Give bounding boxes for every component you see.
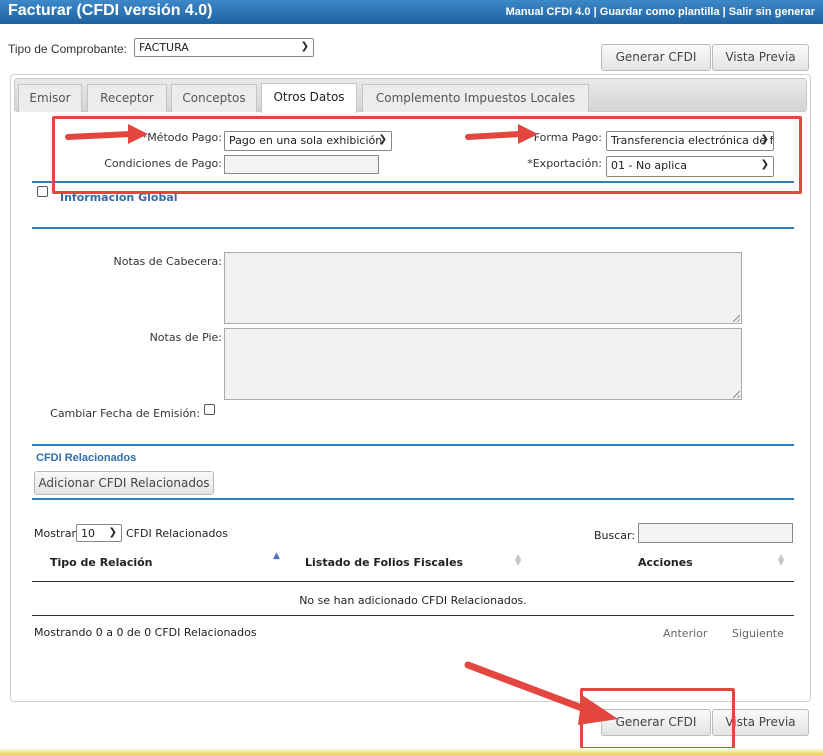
tipo-comprobante-select[interactable]: FACTURA ❯ (134, 38, 314, 57)
title-bar: Facturar (CFDI versión 4.0) Manual CFDI … (0, 0, 823, 24)
tab-conceptos[interactable]: Conceptos (171, 84, 257, 112)
arrow-annotation-icon (465, 124, 538, 144)
tab-otros-datos[interactable]: Otros Datos (261, 83, 357, 113)
footer-strip (0, 748, 823, 755)
arrow-annotation-icon (464, 661, 618, 725)
sort-icon[interactable]: ▲ ▼ (515, 553, 521, 567)
column-header-tipo-relacion[interactable]: Tipo de Relación (50, 556, 153, 569)
table-header-line (32, 581, 794, 582)
mostrar-suffix: CFDI Relacionados (126, 527, 228, 540)
link-separator: | (593, 6, 597, 18)
resize-grip-icon[interactable] (733, 315, 740, 322)
generar-cfdi-button-top[interactable]: Generar CFDI (601, 44, 711, 71)
notas-pie-textarea[interactable] (224, 328, 742, 400)
mostrar-label: Mostrar (34, 527, 77, 540)
section-divider (32, 227, 794, 229)
arrow-annotation-icon (65, 124, 148, 144)
manual-link[interactable]: Manual CFDI 4.0 (506, 6, 591, 18)
tipo-comprobante-label: Tipo de Comprobante: (8, 42, 127, 56)
tab-emisor[interactable]: Emisor (18, 84, 82, 112)
tab-complemento-impuestos-locales[interactable]: Complemento Impuestos Locales (362, 84, 589, 112)
cambiar-fecha-checkbox[interactable] (204, 404, 215, 415)
page-title: Facturar (CFDI versión 4.0) (8, 2, 213, 19)
page-size-value: 10 (81, 527, 95, 540)
sort-asc-icon[interactable]: ▲ (273, 551, 280, 561)
chevron-down-icon: ❯ (108, 527, 117, 538)
tab-receptor[interactable]: Receptor (87, 84, 167, 112)
link-separator: | (722, 6, 726, 18)
buscar-input[interactable] (638, 523, 793, 543)
notas-cabecera-textarea[interactable] (224, 252, 742, 324)
table-info: Mostrando 0 a 0 de 0 CFDI Relacionados (34, 626, 257, 639)
header-links: Manual CFDI 4.0 | Guardar como plantilla… (506, 6, 815, 18)
section-divider (32, 444, 794, 446)
column-header-acciones[interactable]: Acciones (638, 556, 693, 569)
vista-previa-button-top[interactable]: Vista Previa (712, 44, 809, 71)
tipo-comprobante-value: FACTURA (139, 41, 189, 54)
save-template-link[interactable]: Guardar como plantilla (600, 6, 720, 18)
empty-table-message: No se han adicionado CFDI Relacionados. (299, 594, 527, 607)
cambiar-fecha-label: Cambiar Fecha de Emisión: (50, 407, 200, 420)
column-header-folios-fiscales[interactable]: Listado de Folios Fiscales (305, 556, 463, 569)
notas-pie-label: Notas de Pie: (149, 331, 222, 344)
adicionar-cfdi-relacionados-button[interactable]: Adicionar CFDI Relacionados (34, 471, 214, 495)
sort-icon[interactable]: ▲ ▼ (778, 553, 784, 567)
informacion-global-checkbox[interactable] (37, 186, 48, 197)
section-divider (32, 498, 794, 500)
resize-grip-icon[interactable] (733, 391, 740, 398)
exit-link[interactable]: Salir sin generar (729, 6, 815, 18)
table-bottom-line (32, 615, 794, 616)
pagination-next[interactable]: Siguiente (732, 627, 784, 640)
chevron-down-icon: ❯ (300, 41, 309, 52)
pagination-previous[interactable]: Anterior (663, 627, 707, 640)
buscar-label: Buscar: (594, 529, 636, 542)
page-size-select[interactable]: 10 ❯ (76, 524, 122, 542)
notas-cabecera-label: Notas de Cabecera: (113, 255, 222, 268)
cfdi-relacionados-title: CFDI Relacionados (36, 452, 137, 464)
annotation-highlight-box (52, 116, 802, 194)
